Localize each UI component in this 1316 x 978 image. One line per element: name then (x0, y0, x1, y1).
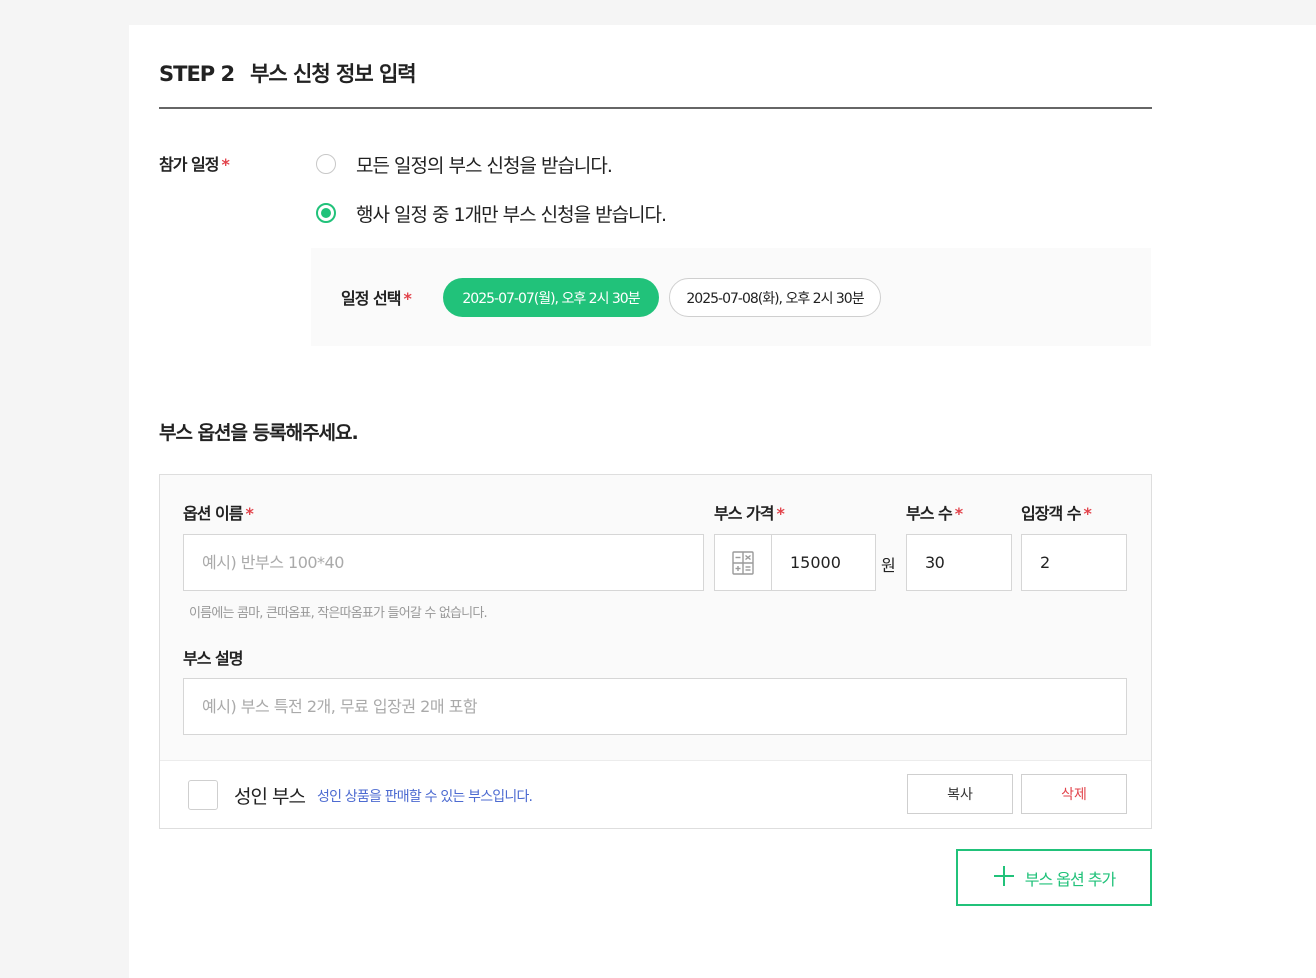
step-number: STEP 2 (159, 62, 235, 86)
required-mark: * (776, 504, 784, 523)
booth-price-label-text: 부스 가격 (714, 504, 774, 523)
price-unit: 원 (881, 556, 896, 575)
adult-booth-label: 성인 부스 (234, 786, 306, 808)
calculator-icon[interactable] (715, 535, 772, 590)
visitor-count-input[interactable] (1021, 534, 1127, 591)
radio-button-checked[interactable] (316, 203, 336, 223)
adult-booth-checkbox[interactable] (188, 780, 218, 810)
radio-label-all-schedules: 모든 일정의 부스 신청을 받습니다. (356, 154, 613, 177)
schedule-label-text: 참가 일정 (159, 155, 219, 174)
required-mark: * (954, 504, 963, 523)
option-card-footer: 성인 부스 성인 상품을 판매할 수 있는 부스입니다. 복사 삭제 (160, 761, 1151, 828)
adult-booth-description: 성인 상품을 판매할 수 있는 부스입니다. (317, 789, 533, 805)
booth-price-label: 부스 가격 * (714, 500, 785, 524)
delete-button[interactable]: 삭제 (1021, 774, 1127, 814)
booth-price-input[interactable] (772, 535, 872, 590)
date-chip-selected[interactable]: 2025-07-07(월), 오후 2시 30분 (443, 278, 659, 317)
required-mark: * (245, 504, 253, 523)
option-name-label-text: 옵션 이름 (183, 504, 243, 523)
booth-description-label: 부스 설명 (183, 649, 243, 668)
option-name-hint: 이름에는 콤마, 큰따옴표, 작은따옴표가 들어갈 수 없습니다. (189, 606, 488, 621)
plus-icon (993, 864, 1015, 892)
booth-count-label: 부스 수 * (906, 500, 963, 524)
radio-all-schedules[interactable]: 모든 일정의 부스 신청을 받습니다. (316, 151, 613, 177)
schedule-label: 참가 일정 * (159, 151, 230, 175)
visitor-count-label-text: 입장객 수 (1021, 504, 1081, 523)
step-divider (159, 107, 1152, 109)
booth-description-input[interactable] (183, 678, 1127, 735)
date-select-label-text: 일정 선택 (341, 289, 401, 308)
step-title: STEP 2 부스 신청 정보 입력 (159, 58, 417, 88)
radio-label-single-schedule: 행사 일정 중 1개만 부스 신청을 받습니다. (356, 203, 667, 226)
add-booth-option-button[interactable]: 부스 옵션 추가 (956, 849, 1152, 906)
add-booth-option-label: 부스 옵션 추가 (1024, 869, 1116, 889)
date-select-label: 일정 선택 * (341, 285, 412, 309)
booth-count-label-text: 부스 수 (906, 504, 953, 523)
visitor-count-label: 입장객 수 * (1021, 500, 1092, 524)
required-mark: * (1083, 504, 1091, 523)
radio-button-unchecked[interactable] (316, 154, 336, 174)
radio-single-schedule[interactable]: 행사 일정 중 1개만 부스 신청을 받습니다. (316, 200, 667, 226)
date-select-box: 일정 선택 * 2025-07-07(월), 오후 2시 30분 2025-07-… (311, 248, 1151, 346)
required-mark: * (221, 155, 229, 174)
booth-option-card: 옵션 이름* 부스 가격* (159, 474, 1152, 829)
form-panel: STEP 2 부스 신청 정보 입력 참가 일정 * 모든 일정의 부스 신청을 받… (129, 25, 1316, 978)
booth-price-field (714, 534, 876, 591)
booth-options-heading: 부스 옵션을 등록해주세요. (159, 422, 359, 444)
option-name-label: 옵션 이름 * (183, 500, 254, 524)
date-chip[interactable]: 2025-07-08(화), 오후 2시 30분 (669, 278, 881, 317)
option-name-input[interactable] (183, 534, 704, 591)
step-title-text: 부스 신청 정보 입력 (250, 62, 416, 86)
booth-count-input[interactable] (906, 534, 1012, 591)
copy-button[interactable]: 복사 (907, 774, 1013, 814)
required-mark: * (403, 289, 411, 308)
